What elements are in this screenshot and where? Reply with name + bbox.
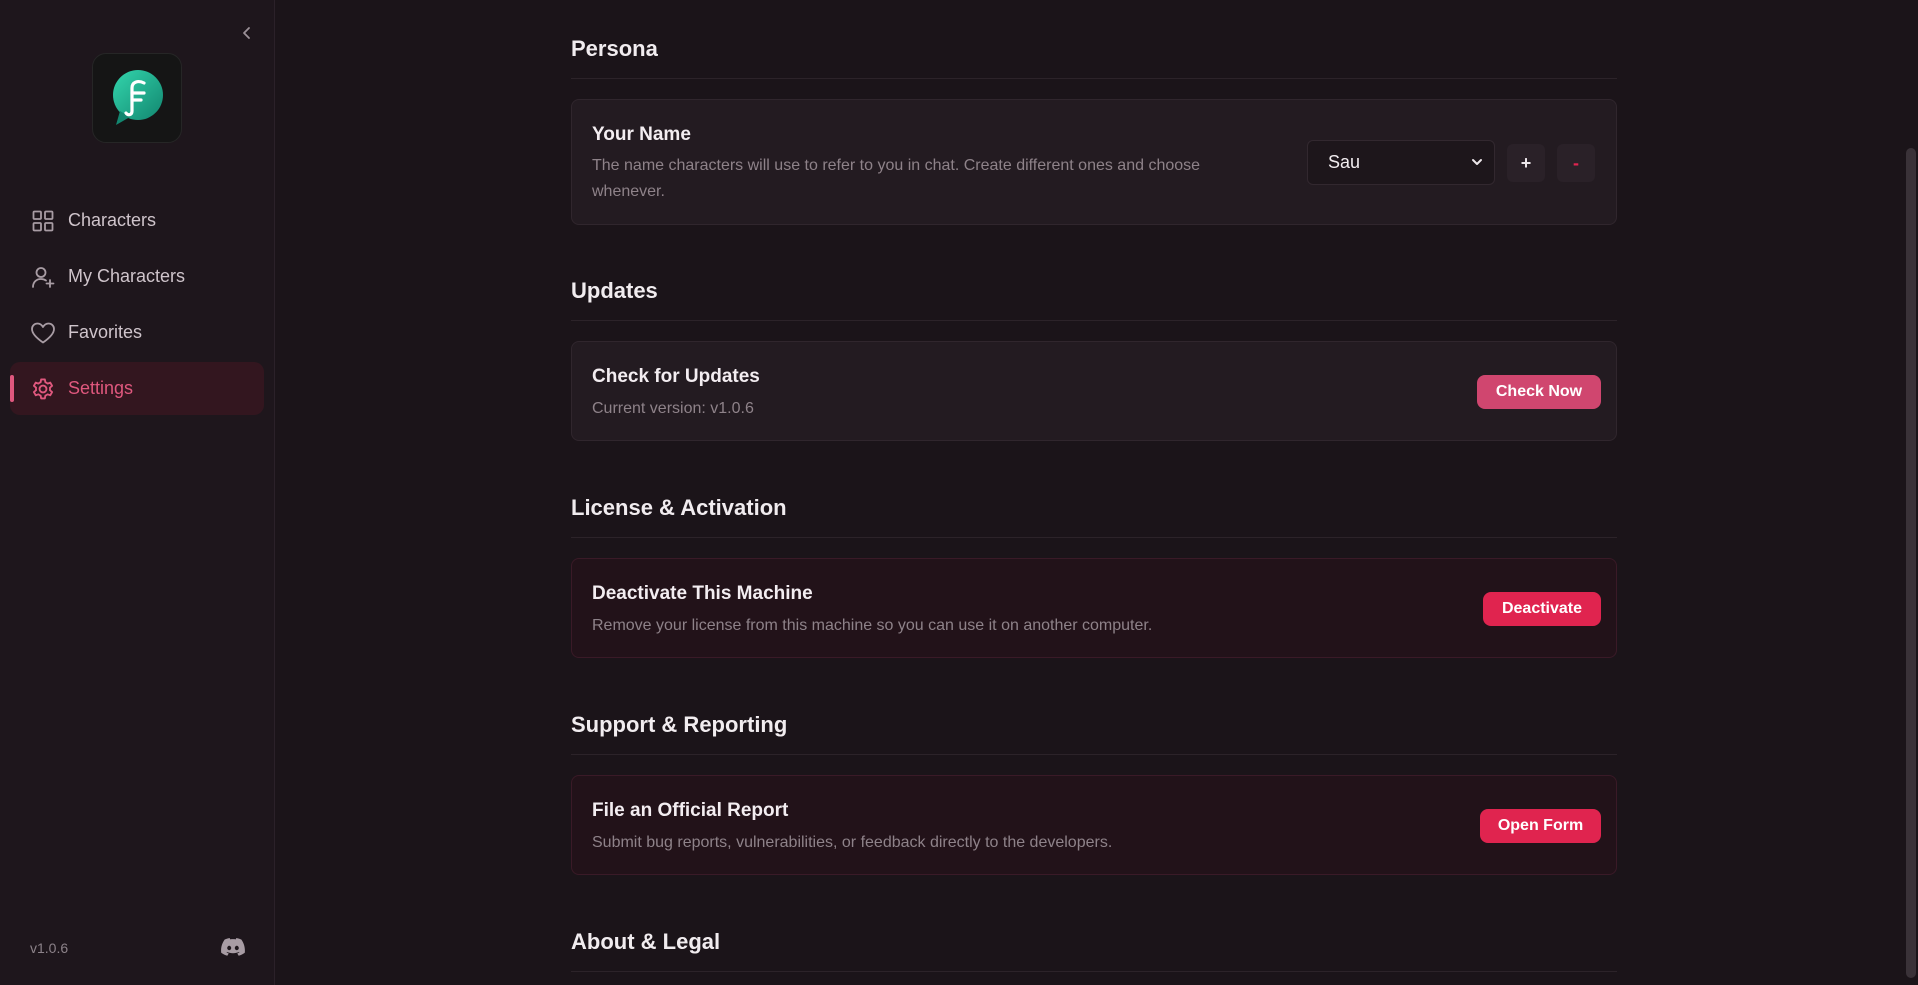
updates-card: Check for Updates Current version: v1.0.… — [571, 341, 1617, 441]
sidebar-nav: Characters My Characters Favorites Setti… — [10, 194, 264, 418]
section-title-license: License & Activation — [571, 495, 1617, 538]
section-title-updates: Updates — [571, 278, 1617, 321]
card-title: File an Official Report — [592, 800, 789, 821]
section-title-about: About & Legal — [571, 929, 1617, 972]
card-description: Submit bug reports, vulnerabilities, or … — [592, 834, 1113, 851]
open-form-button[interactable]: Open Form — [1480, 809, 1601, 843]
section-title-support: Support & Reporting — [571, 712, 1617, 755]
sidebar-item-label: My Characters — [68, 266, 186, 286]
selected-value: Sau — [1328, 152, 1361, 172]
remove-persona-button[interactable]: - — [1557, 144, 1595, 182]
chat-bubble-logo-icon — [113, 70, 163, 125]
section-title-persona: Persona — [571, 36, 1617, 79]
app-version: v1.0.6 — [30, 940, 69, 956]
support-card: File an Official Report Submit bug repor… — [571, 775, 1617, 875]
sidebar-item-characters[interactable]: Characters — [10, 194, 264, 247]
card-description: Remove your license from this machine so… — [592, 617, 1153, 634]
heart-icon — [30, 320, 56, 346]
sidebar-item-favorites[interactable]: Favorites — [10, 306, 264, 359]
card-title: Your Name — [592, 124, 691, 145]
persona-card: Your Name The name characters will use t… — [571, 99, 1617, 225]
sidebar-item-label: Favorites — [68, 322, 143, 342]
chevron-down-icon — [1472, 159, 1482, 165]
sidebar-item-label: Settings — [68, 378, 134, 398]
card-title: Check for Updates — [592, 366, 760, 387]
card-description: The name characters will use to refer to… — [592, 157, 1201, 200]
scrollbar-thumb[interactable] — [1906, 148, 1916, 978]
discord-button[interactable] — [220, 936, 246, 958]
collapse-sidebar-button[interactable] — [236, 22, 258, 44]
sidebar: Characters My Characters Favorites Setti… — [0, 0, 275, 985]
chevron-left-icon — [243, 27, 250, 39]
user-plus-icon — [30, 264, 56, 290]
sidebar-item-settings[interactable]: Settings — [10, 362, 264, 415]
persona-name-select[interactable]: Sau — [1307, 140, 1495, 185]
card-title: Deactivate This Machine — [592, 583, 813, 604]
app-logo — [92, 53, 182, 143]
app-window: Characters My Characters Favorites Setti… — [0, 0, 1918, 985]
sidebar-item-my-characters[interactable]: My Characters — [10, 250, 264, 303]
license-card: Deactivate This Machine Remove your lice… — [571, 558, 1617, 658]
current-version-text: Current version: v1.0.6 — [592, 400, 754, 417]
scrollbar[interactable] — [1904, 0, 1918, 985]
discord-icon — [221, 938, 245, 956]
add-persona-button[interactable]: + — [1507, 144, 1545, 182]
gear-icon — [30, 376, 56, 402]
deactivate-button[interactable]: Deactivate — [1483, 592, 1601, 626]
sidebar-item-label: Characters — [68, 210, 157, 230]
settings-page: Persona Your Name The name characters wi… — [276, 0, 1918, 985]
check-now-button[interactable]: Check Now — [1477, 375, 1601, 409]
grid-icon — [30, 208, 56, 234]
